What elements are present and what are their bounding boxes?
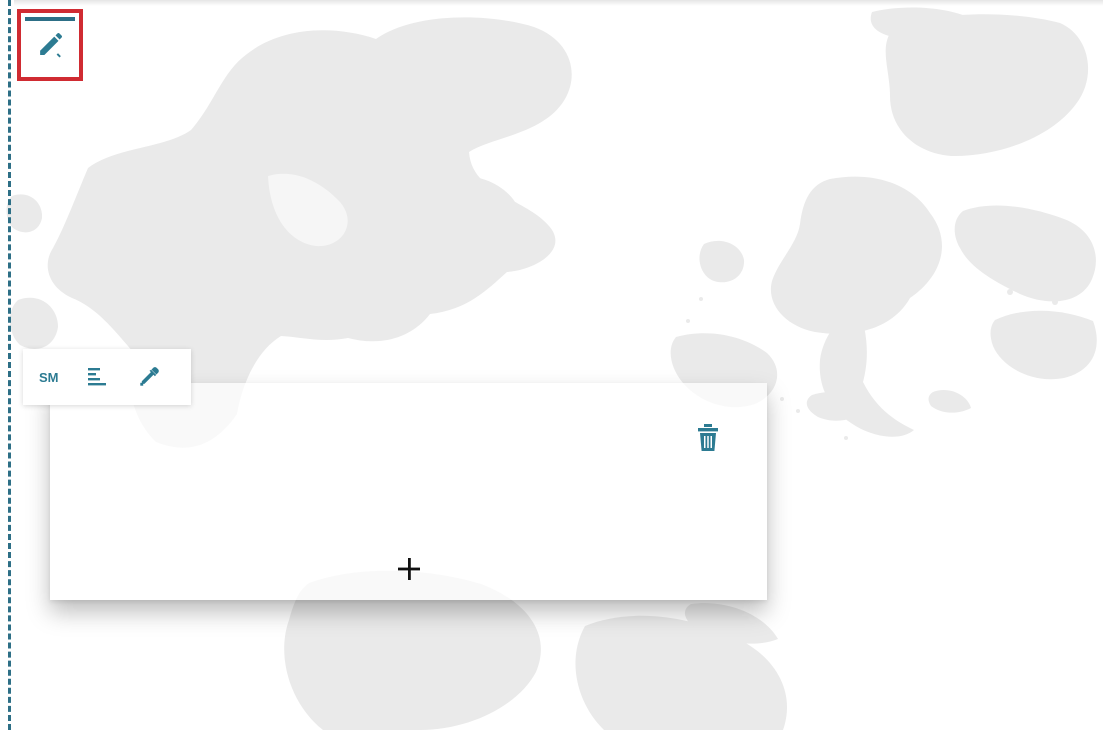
size-selector[interactable]: SM xyxy=(39,371,59,384)
eyedropper-icon[interactable] xyxy=(137,365,161,389)
align-left-icon[interactable] xyxy=(87,366,109,388)
content-block-card[interactable] xyxy=(50,383,767,600)
pencil-icon xyxy=(35,30,65,60)
block-toolbar: SM xyxy=(23,349,191,405)
canvas-stage: SM xyxy=(0,0,1103,730)
pencil-tool-button[interactable] xyxy=(17,9,83,81)
active-indicator-bar xyxy=(25,17,75,21)
dashed-guide-line xyxy=(8,0,11,730)
plus-icon[interactable] xyxy=(395,555,423,588)
top-edge-shadow xyxy=(14,0,1103,6)
trash-icon[interactable] xyxy=(697,423,719,458)
